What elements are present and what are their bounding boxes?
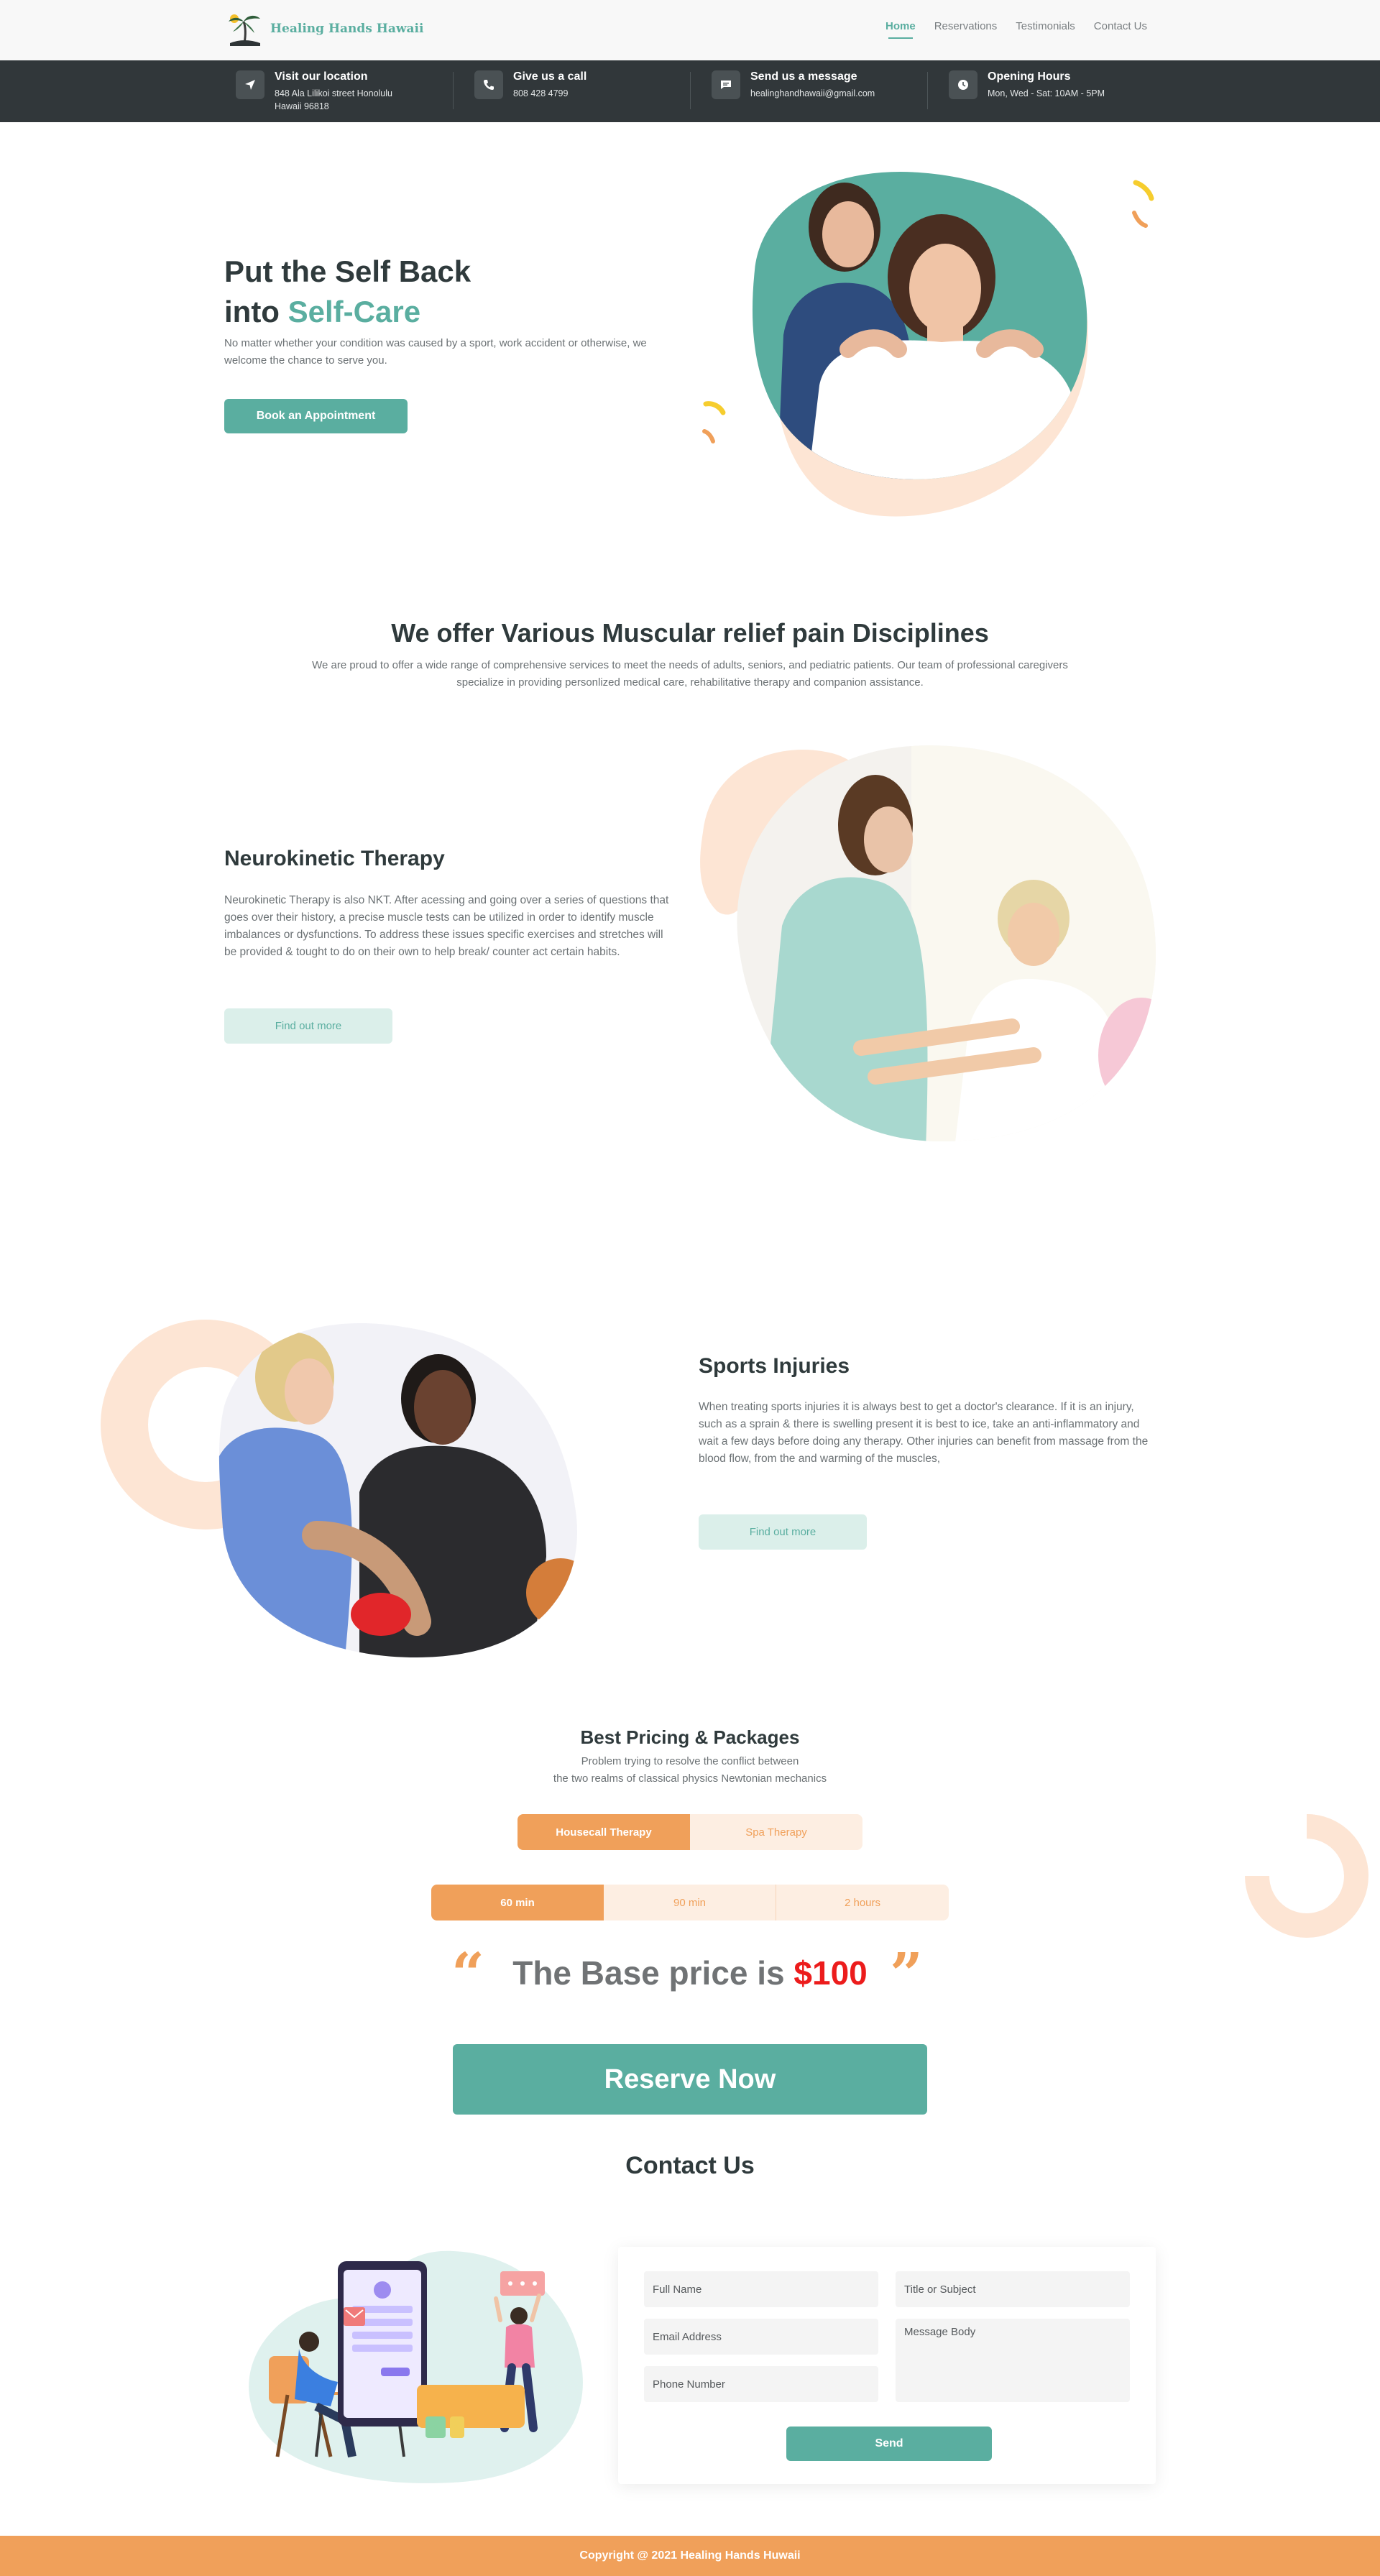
contact-title: Contact Us [625,2152,755,2179]
feature-nkt-find-out-more-button[interactable]: Find out more [224,1008,392,1044]
tab-housecall-therapy[interactable]: Housecall Therapy [518,1814,690,1850]
nav-links: Home Reservations Testimonials Contact U… [886,20,1147,39]
feature-nkt-title: Neurokinetic Therapy [224,847,445,870]
pricing-subtitle-2: the two realms of classical physics Newt… [553,1772,827,1785]
pricing-title: Best Pricing & Packages [580,1726,800,1748]
info-divider [453,72,454,109]
reserve-now-button[interactable]: Reserve Now [453,2044,927,2115]
hero-title-prefix: into [224,295,288,328]
phone-icon [474,70,503,99]
info-location-detail: 848 Ala Lilikoi street Honolulu Hawaii 9… [275,88,392,111]
footer: Copyright @ 2021 Healing Hands Huwaii [0,2536,1380,2576]
email-field[interactable]: Email Address [644,2319,878,2355]
disciplines-title: We offer Various Muscular relief pain Di… [391,618,989,648]
top-nav: Healing Hands Hawaii Home Reservations T… [0,0,1380,60]
base-price: The Base price is $100 [0,1954,1380,1992]
hero-title-line2: into Self-Care [224,292,471,332]
message-icon [712,70,740,99]
brand-logo[interactable]: Healing Hands Hawaii [224,10,423,47]
info-divider [927,72,928,109]
feature-sports-description: When treating sports injuries it is alwa… [699,1401,1149,1465]
contact-illustration [249,2250,583,2483]
info-location-title: Visit our location [275,70,368,83]
phone-field[interactable]: Phone Number [644,2366,878,2402]
info-hours-title: Opening Hours [988,70,1071,83]
pricing-subtitle-1: Problem trying to resolve the conflict b… [581,1755,799,1767]
feature-sports-title: Sports Injuries [699,1354,850,1378]
hero-subtitle: No matter whether your condition was cau… [224,337,647,367]
location-arrow-icon [236,70,264,99]
send-button[interactable]: Send [786,2426,992,2461]
contact-form: Full Name Title or Subject Email Address… [618,2247,1156,2484]
nav-contact-us[interactable]: Contact Us [1094,20,1147,32]
info-message: Send us a message healinghandhawaii@gmai… [712,70,875,100]
info-hours: Opening Hours Mon, Wed - Sat: 10AM - 5PM [949,70,1105,100]
base-price-label: The Base price is [512,1954,794,1992]
disciplines-description: We are proud to offer a wide range of co… [312,659,1068,689]
tab-60-min[interactable]: 60 min [431,1885,604,1920]
brand-name: Healing Hands Hawaii [270,22,424,36]
full-name-field[interactable]: Full Name [644,2271,878,2307]
quote-close-icon: ” [890,1940,924,2007]
palm-tree-logo-icon [229,14,260,46]
feature-sports-find-out-more-button[interactable]: Find out more [699,1514,867,1550]
title-subject-field[interactable]: Title or Subject [896,2271,1130,2307]
nav-reservations[interactable]: Reservations [934,20,998,32]
hero-title-accent: Self-Care [288,295,421,328]
info-phone-title: Give us a call [513,70,587,83]
decor-ring-icon [1245,1814,1368,1938]
clock-icon [949,70,978,99]
info-message-detail[interactable]: healinghandhawaii@gmail.com [750,87,875,100]
message-body-field[interactable]: Message Body [896,2319,1130,2402]
feature-nkt-description: Neurokinetic Therapy is also NKT. After … [224,894,669,958]
decor-squiggle-icon [1133,180,1154,201]
info-divider [690,72,691,109]
tab-90-min[interactable]: 90 min [604,1885,776,1920]
nav-home[interactable]: Home [886,20,916,39]
hero-title: Put the Self Back into Self-Care [224,252,471,332]
hero-title-line1: Put the Self Back [224,254,472,288]
base-price-value: $100 [794,1954,868,1992]
info-phone: Give us a call 808 428 4799 [474,70,586,100]
tab-spa-therapy[interactable]: Spa Therapy [690,1814,862,1850]
feature-sports-image [101,1320,578,1657]
duration-toggle: 60 min 90 min 2 hours [431,1885,949,1920]
feature-nkt-image [700,745,1156,1141]
tab-2-hours[interactable]: 2 hours [776,1885,949,1920]
info-message-title: Send us a message [750,70,857,83]
nav-testimonials[interactable]: Testimonials [1016,20,1075,32]
footer-copyright: Copyright @ 2021 Healing Hands Huwaii [579,2549,801,2562]
info-bar: Visit our location 848 Ala Lilikoi stree… [0,60,1380,122]
hero-image [702,172,1154,517]
therapy-type-toggle: Housecall Therapy Spa Therapy [518,1814,862,1850]
info-hours-detail: Mon, Wed - Sat: 10AM - 5PM [988,88,1105,98]
info-phone-detail[interactable]: 808 428 4799 [513,87,586,100]
book-appointment-button[interactable]: Book an Appointment [224,399,408,433]
info-location: Visit our location 848 Ala Lilikoi stree… [236,70,392,113]
